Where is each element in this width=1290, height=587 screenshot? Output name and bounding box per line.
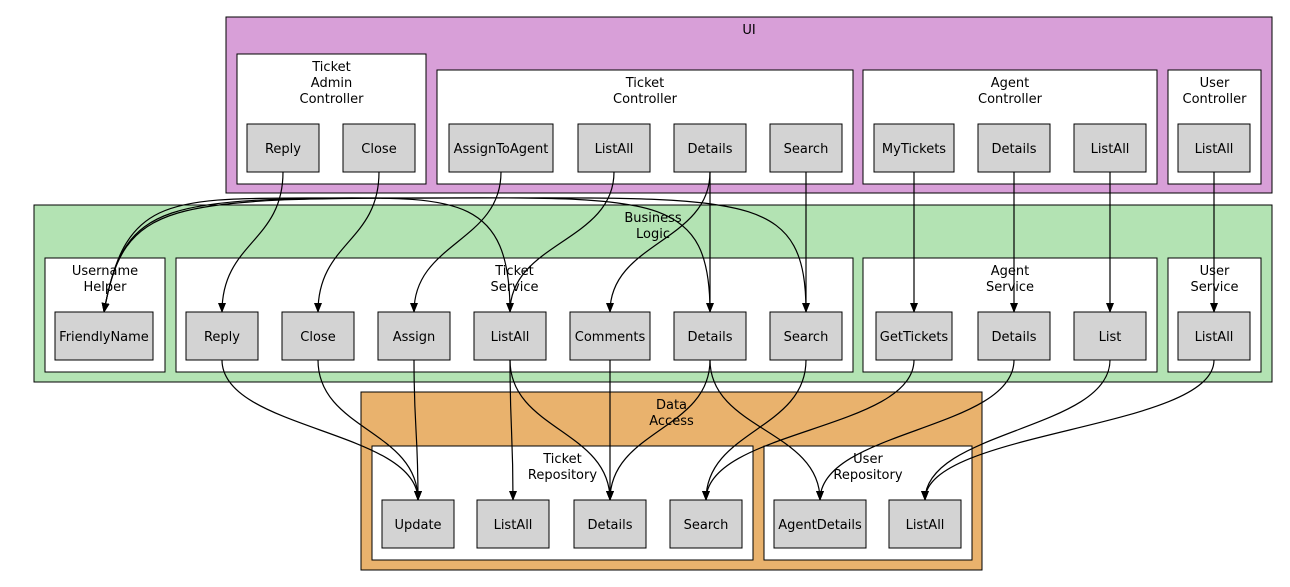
cluster-label: Data xyxy=(656,398,687,413)
node-tr_details[interactable]: Details xyxy=(573,499,647,549)
node-ur_listall[interactable]: ListAll xyxy=(888,499,962,549)
node-uc_listall[interactable]: ListAll xyxy=(1177,123,1251,173)
cluster-label: Ticket xyxy=(625,76,664,91)
node-tr_search[interactable]: Search xyxy=(669,499,743,549)
node-ts_details[interactable]: Details xyxy=(673,311,747,361)
node-ts_reply[interactable]: Reply xyxy=(185,311,259,361)
node-label: Comments xyxy=(575,330,646,345)
node-as_details[interactable]: Details xyxy=(977,311,1051,361)
node-label: FriendlyName xyxy=(59,330,149,345)
node-label: List xyxy=(1099,330,1122,345)
cluster-label: Service xyxy=(986,280,1034,295)
node-label: ListAll xyxy=(1195,142,1234,157)
node-label: Details xyxy=(991,142,1036,157)
node-ts_comments[interactable]: Comments xyxy=(569,311,651,361)
cluster-label: User xyxy=(1200,264,1230,279)
node-uh_friendly[interactable]: FriendlyName xyxy=(54,311,154,361)
node-ac_details[interactable]: Details xyxy=(977,123,1051,173)
cluster-label: Admin xyxy=(311,76,352,91)
cluster-label: Logic xyxy=(636,227,670,242)
node-label: Close xyxy=(300,330,335,345)
cluster-label: Username xyxy=(72,264,138,279)
node-label: Search xyxy=(684,518,729,533)
node-label: Search xyxy=(784,330,829,345)
node-label: Search xyxy=(784,142,829,157)
node-tc_search[interactable]: Search xyxy=(769,123,843,173)
node-label: Details xyxy=(991,330,1036,345)
node-tc_details[interactable]: Details xyxy=(673,123,747,173)
node-tac_close[interactable]: Close xyxy=(342,123,416,173)
node-label: ListAll xyxy=(595,142,634,157)
node-label: Details xyxy=(587,518,632,533)
cluster-label: Repository xyxy=(528,468,597,483)
node-label: ListAll xyxy=(906,518,945,533)
architecture-diagram: UITicketAdminControllerTicketControllerA… xyxy=(33,16,1273,571)
cluster-label: UI xyxy=(742,23,755,38)
node-label: Details xyxy=(687,142,732,157)
cluster-label: Controller xyxy=(613,92,678,107)
node-label: AssignToAgent xyxy=(454,142,549,157)
cluster-label: Helper xyxy=(84,280,128,295)
node-label: Details xyxy=(687,330,732,345)
node-label: ListAll xyxy=(494,518,533,533)
node-label: Assign xyxy=(393,330,436,345)
cluster-label: Ticket xyxy=(542,452,581,467)
node-label: ListAll xyxy=(1195,330,1234,345)
cluster-label: User xyxy=(1200,76,1230,91)
node-ts_assign[interactable]: Assign xyxy=(377,311,451,361)
node-tc_assign[interactable]: AssignToAgent xyxy=(448,123,554,173)
cluster-label: Agent xyxy=(991,264,1029,279)
node-as_list[interactable]: List xyxy=(1073,311,1147,361)
cluster-label: Repository xyxy=(833,468,902,483)
node-label: MyTickets xyxy=(882,142,946,157)
node-label: Reply xyxy=(265,142,301,157)
node-label: AgentDetails xyxy=(778,518,862,533)
node-ac_my[interactable]: MyTickets xyxy=(873,123,955,173)
node-label: ListAll xyxy=(1091,142,1130,157)
node-tr_update[interactable]: Update xyxy=(381,499,455,549)
node-label: Reply xyxy=(204,330,240,345)
node-ac_listall[interactable]: ListAll xyxy=(1073,123,1147,173)
node-as_get[interactable]: GetTickets xyxy=(875,311,953,361)
node-ts_close[interactable]: Close xyxy=(281,311,355,361)
cluster-label: Ticket xyxy=(494,264,533,279)
node-label: ListAll xyxy=(491,330,530,345)
node-tac_reply[interactable]: Reply xyxy=(246,123,320,173)
cluster-label: Controller xyxy=(300,92,365,107)
node-ts_search[interactable]: Search xyxy=(769,311,843,361)
node-us_listall[interactable]: ListAll xyxy=(1177,311,1251,361)
cluster-label: Business xyxy=(624,211,682,226)
cluster-label: Agent xyxy=(991,76,1029,91)
node-label: Close xyxy=(361,142,396,157)
cluster-label: Ticket xyxy=(311,60,350,75)
node-tr_listall[interactable]: ListAll xyxy=(476,499,550,549)
node-tc_listall[interactable]: ListAll xyxy=(577,123,651,173)
node-ts_listall[interactable]: ListAll xyxy=(473,311,547,361)
node-ur_agent[interactable]: AgentDetails xyxy=(773,499,867,549)
cluster-label: Controller xyxy=(978,92,1043,107)
node-label: GetTickets xyxy=(880,330,949,345)
cluster-label: Controller xyxy=(1183,92,1248,107)
node-label: Update xyxy=(394,518,441,533)
